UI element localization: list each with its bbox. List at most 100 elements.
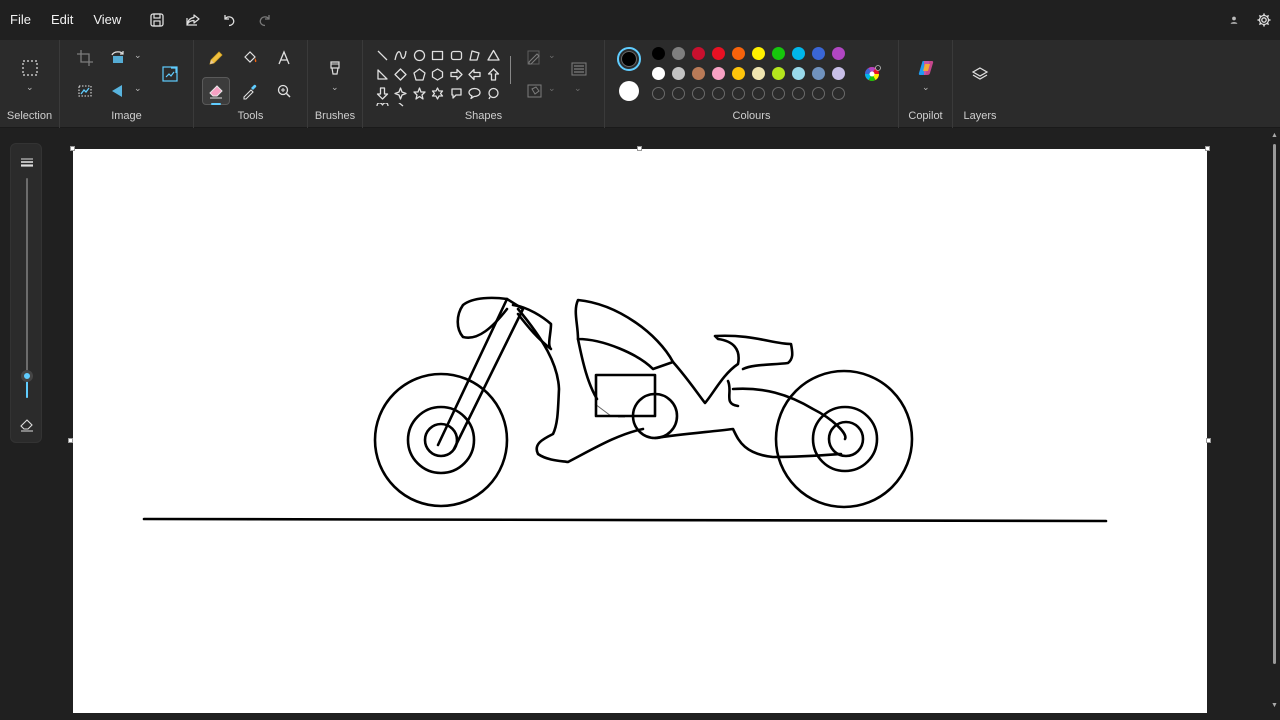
colour-swatch[interactable]: [732, 67, 745, 80]
secondary-colour-swatch[interactable]: [619, 81, 639, 101]
size-button[interactable]: [565, 55, 593, 83]
eraser-button[interactable]: [202, 77, 230, 105]
colour-swatch[interactable]: [712, 47, 725, 60]
flip-button[interactable]: [104, 77, 132, 105]
colour-swatch[interactable]: [792, 47, 805, 60]
brush-size-slider-track[interactable]: [26, 178, 28, 398]
custom-colour-slot[interactable]: [732, 87, 745, 100]
remove-background-button[interactable]: [71, 77, 99, 105]
colour-swatch[interactable]: [832, 67, 845, 80]
brushes-button[interactable]: [321, 54, 349, 82]
layers-button[interactable]: [966, 60, 994, 88]
menu-edit[interactable]: Edit: [41, 0, 83, 40]
size-chevron-icon[interactable]: ⌄: [574, 83, 582, 94]
right-arrow-shape-button[interactable]: [447, 65, 465, 83]
custom-colour-slot[interactable]: [752, 87, 765, 100]
right-triangle-shape-button[interactable]: [373, 65, 391, 83]
redo-button[interactable]: [247, 0, 283, 40]
resize-handle-right[interactable]: [1206, 438, 1211, 443]
custom-colour-slot[interactable]: [672, 87, 685, 100]
text-button[interactable]: [270, 44, 298, 72]
pencil-button[interactable]: [202, 44, 230, 72]
four-point-star-shape-button[interactable]: [392, 84, 410, 102]
six-point-star-shape-button[interactable]: [429, 84, 447, 102]
resize-handle-top-right[interactable]: [1205, 146, 1210, 151]
vertical-scrollbar[interactable]: ▲ ▼: [1270, 130, 1278, 715]
oval-callout-shape-button[interactable]: [466, 84, 484, 102]
pentagon-shape-button[interactable]: [410, 65, 428, 83]
shape-fill-chevron-icon[interactable]: ⌄: [548, 83, 556, 94]
colour-swatch[interactable]: [772, 47, 785, 60]
copilot-button[interactable]: [912, 54, 940, 82]
settings-button[interactable]: [1248, 0, 1280, 40]
drawing-canvas[interactable]: [73, 149, 1207, 713]
menu-view[interactable]: View: [83, 0, 131, 40]
fill-button[interactable]: [236, 44, 264, 72]
rotate-chevron-icon[interactable]: ⌄: [134, 50, 142, 61]
colour-swatch[interactable]: [692, 47, 705, 60]
primary-colour-swatch[interactable]: [617, 47, 641, 71]
chevron-down-icon[interactable]: ⌄: [26, 82, 34, 93]
cloud-callout-shape-button[interactable]: [484, 84, 502, 102]
left-arrow-shape-button[interactable]: [466, 65, 484, 83]
polygon-shape-button[interactable]: [466, 46, 484, 64]
resize-handle-top-left[interactable]: [70, 146, 75, 151]
oval-shape-button[interactable]: [410, 46, 428, 64]
colour-swatch[interactable]: [672, 67, 685, 80]
outline-chevron-icon[interactable]: ⌄: [548, 50, 556, 61]
custom-colour-slot[interactable]: [712, 87, 725, 100]
colour-swatch[interactable]: [712, 67, 725, 80]
crop-button[interactable]: [71, 44, 99, 72]
undo-button[interactable]: [211, 0, 247, 40]
hexagon-shape-button[interactable]: [429, 65, 447, 83]
brushes-chevron-icon[interactable]: ⌄: [331, 82, 339, 93]
scroll-up-arrow-icon[interactable]: ▲: [1271, 132, 1278, 139]
triangle-shape-button[interactable]: [484, 46, 502, 64]
colour-swatch[interactable]: [832, 47, 845, 60]
custom-colour-slot[interactable]: [772, 87, 785, 100]
edit-colours-button[interactable]: [858, 60, 886, 88]
image-properties-button[interactable]: [156, 60, 184, 88]
magnifier-button[interactable]: [270, 77, 298, 105]
colour-swatch[interactable]: [652, 67, 665, 80]
down-arrow-shape-button[interactable]: [373, 84, 391, 102]
copilot-chevron-icon[interactable]: ⌄: [922, 82, 930, 93]
shape-fill-button[interactable]: [521, 77, 549, 105]
brush-size-slider-thumb[interactable]: [21, 370, 33, 382]
colour-swatch[interactable]: [752, 47, 765, 60]
colour-swatch[interactable]: [692, 67, 705, 80]
rounded-rectangle-shape-button[interactable]: [447, 46, 465, 64]
share-button[interactable]: [175, 0, 211, 40]
colour-swatch[interactable]: [812, 67, 825, 80]
colour-swatch[interactable]: [772, 67, 785, 80]
five-point-star-shape-button[interactable]: [410, 84, 428, 102]
colour-picker-button[interactable]: [236, 77, 264, 105]
eraser-mode-icon[interactable]: [19, 416, 35, 432]
custom-colour-slot[interactable]: [832, 87, 845, 100]
custom-colour-slot[interactable]: [652, 87, 665, 100]
menu-file[interactable]: File: [0, 0, 41, 40]
rounded-callout-shape-button[interactable]: [447, 84, 465, 102]
selection-button[interactable]: [16, 54, 44, 82]
up-arrow-shape-button[interactable]: [484, 65, 502, 83]
outline-button[interactable]: [521, 44, 549, 72]
resize-handle-top[interactable]: [637, 146, 642, 151]
custom-colour-slot[interactable]: [812, 87, 825, 100]
scroll-down-arrow-icon[interactable]: ▼: [1271, 702, 1278, 709]
resize-handle-left[interactable]: [68, 438, 73, 443]
curve-shape-button[interactable]: [392, 46, 410, 64]
shapes-scrollbar[interactable]: [510, 56, 511, 84]
colour-swatch[interactable]: [792, 67, 805, 80]
scrollbar-thumb[interactable]: [1273, 144, 1276, 664]
line-shape-button[interactable]: [373, 46, 391, 64]
rectangle-shape-button[interactable]: [429, 46, 447, 64]
colour-swatch[interactable]: [732, 47, 745, 60]
diamond-shape-button[interactable]: [392, 65, 410, 83]
colour-swatch[interactable]: [672, 47, 685, 60]
flip-chevron-icon[interactable]: ⌄: [134, 83, 142, 94]
save-button[interactable]: [139, 0, 175, 40]
colour-swatch[interactable]: [812, 47, 825, 60]
custom-colour-slot[interactable]: [692, 87, 705, 100]
rotate-button[interactable]: [104, 44, 132, 72]
account-button[interactable]: [1220, 0, 1248, 40]
